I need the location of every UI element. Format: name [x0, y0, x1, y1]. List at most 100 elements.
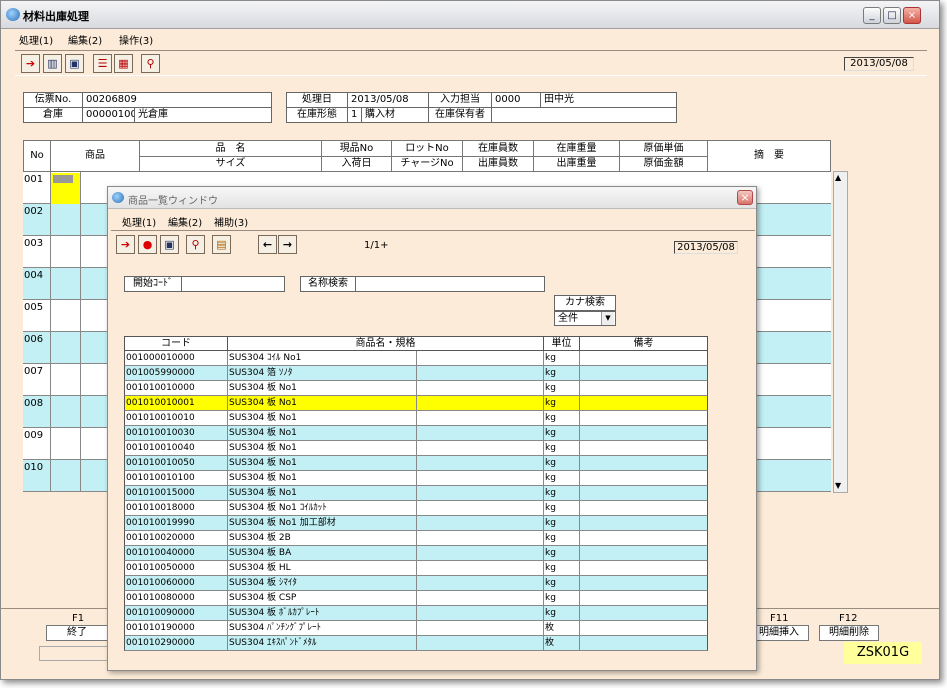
- window-title: 材料出庫処理: [23, 10, 89, 23]
- maximize-button[interactable]: □: [883, 7, 901, 24]
- grid-scrollbar[interactable]: [833, 171, 848, 493]
- item-name: SUS304 板 No1: [228, 441, 417, 455]
- list-col-unit: 単位: [543, 336, 580, 351]
- list-item[interactable]: 001010080000 SUS304 板 CSP kg: [124, 591, 708, 606]
- record-icon[interactable]: ●: [138, 235, 157, 254]
- list-item[interactable]: 001010015000 SUS304 板 No1 kg: [124, 486, 708, 501]
- input-person-code[interactable]: 0000: [491, 92, 541, 108]
- monitor-icon[interactable]: ▣: [65, 54, 84, 73]
- chevron-down-icon[interactable]: ▼: [601, 312, 614, 325]
- popup-close-button[interactable]: ×: [737, 190, 753, 205]
- item-name: SUS304 板 No1: [228, 471, 417, 485]
- main-window: 材料出庫処理 _ □ × 処理(1) 編集(2) 操作(3) ➔ ▥ ▣ ☰ ▦…: [0, 0, 940, 680]
- popup-search-icon[interactable]: ⚲: [186, 235, 205, 254]
- col-no: No: [23, 140, 51, 172]
- list-item[interactable]: 001010190000 SUS304 ﾊﾟﾝﾁﾝｸﾞﾌﾟﾚｰﾄ 枚: [124, 621, 708, 636]
- item-spec: [417, 411, 544, 425]
- search-icon[interactable]: ⚲: [141, 54, 160, 73]
- col-size: サイズ: [139, 156, 322, 172]
- book-icon[interactable]: ▥: [43, 54, 62, 73]
- system-date: 2013/05/08: [844, 57, 914, 71]
- col-zaiko-wt: 在庫重量: [533, 140, 620, 157]
- item-name: SUS304 板 No1: [228, 381, 417, 395]
- start-code-input[interactable]: [181, 276, 285, 292]
- item-spec: [417, 351, 544, 365]
- list-item[interactable]: 001000010000 SUS304 ｺｲﾙ No1 kg: [124, 351, 708, 366]
- kana-search-select[interactable]: 全件 ▼: [554, 311, 616, 326]
- item-spec: [417, 636, 544, 650]
- item-code: 001005990000: [125, 366, 228, 380]
- scroll-up-icon[interactable]: ▲: [835, 173, 841, 182]
- list-item[interactable]: 001010010050 SUS304 板 No1 kg: [124, 456, 708, 471]
- item-name: SUS304 板 ｼﾏｲﾀ: [228, 576, 417, 590]
- close-button[interactable]: ×: [903, 7, 921, 24]
- prev-page-icon[interactable]: ←: [258, 235, 277, 254]
- popup-menu-edit[interactable]: 編集(2): [168, 214, 202, 229]
- exit-icon[interactable]: ➔: [21, 54, 40, 73]
- list-item[interactable]: 001010010100 SUS304 板 No1 kg: [124, 471, 708, 486]
- list-item[interactable]: 001010020000 SUS304 板 2B kg: [124, 531, 708, 546]
- item-name: SUS304 ｴｷｽﾊﾟﾝﾄﾞﾒﾀﾙ: [228, 636, 417, 650]
- list-item[interactable]: 001005990000 SUS304 箔 ｿﾉﾀ kg: [124, 366, 708, 381]
- item-unit: kg: [544, 441, 580, 455]
- popup-monitor-icon[interactable]: ▣: [160, 235, 179, 254]
- split-icon[interactable]: ▤: [212, 235, 231, 254]
- item-unit: kg: [544, 426, 580, 440]
- name-search-input[interactable]: [355, 276, 545, 292]
- popup-app-icon: [112, 192, 124, 203]
- list-item[interactable]: 001010019990 SUS304 板 No1 加工部材 kg: [124, 516, 708, 531]
- list-item[interactable]: 001010010030 SUS304 板 No1 kg: [124, 426, 708, 441]
- stock-holder-field[interactable]: [491, 107, 677, 123]
- list-item[interactable]: 001010040000 SUS304 板 BA kg: [124, 546, 708, 561]
- scroll-down-icon[interactable]: ▼: [835, 481, 841, 490]
- list-item[interactable]: 001010290000 SUS304 ｴｷｽﾊﾟﾝﾄﾞﾒﾀﾙ 枚: [124, 636, 708, 651]
- list-item[interactable]: 001010010040 SUS304 板 No1 kg: [124, 441, 708, 456]
- row-no: 006: [24, 334, 44, 345]
- grid-divider: [50, 172, 51, 492]
- item-code: 001010060000: [125, 576, 228, 590]
- list-item[interactable]: 001010090000 SUS304 板 ﾎﾞﾙｶﾌﾟﾚｰﾄ kg: [124, 606, 708, 621]
- list-item[interactable]: 001010010010 SUS304 板 No1 kg: [124, 411, 708, 426]
- insert-row-button[interactable]: 明細挿入: [749, 625, 809, 641]
- list-item[interactable]: 001010018000 SUS304 板 No1 ｺｲﾙｶｯﾄ kg: [124, 501, 708, 516]
- col-product: 商品: [50, 140, 140, 172]
- item-code: 001010290000: [125, 636, 228, 650]
- menu-operation[interactable]: 操作(3): [119, 32, 153, 47]
- list-item[interactable]: 001010050000 SUS304 板 HL kg: [124, 561, 708, 576]
- delete-row-button[interactable]: 明細削除: [819, 625, 879, 641]
- row-no: 004: [24, 270, 44, 281]
- item-name: SUS304 板 HL: [228, 561, 417, 575]
- popup-exit-icon[interactable]: ➔: [116, 235, 135, 254]
- f1-key-label: F1: [72, 613, 85, 624]
- item-code: 001010010030: [125, 426, 228, 440]
- page-indicator: 1/1+: [364, 240, 389, 251]
- item-spec: [417, 621, 544, 635]
- stock-form-name: 購入材: [361, 107, 429, 123]
- stock-holder-label: 在庫保有者: [428, 107, 492, 123]
- popup-menu-help[interactable]: 補助(3): [214, 214, 248, 229]
- popup-menu-process[interactable]: 処理(1): [122, 214, 156, 229]
- list-item-selected[interactable]: 001010010001 SUS304 板 No1 kg: [124, 396, 708, 411]
- grid-divider: [80, 172, 81, 492]
- item-spec: [417, 426, 544, 440]
- proc-date-field[interactable]: 2013/05/08: [347, 92, 429, 108]
- minimize-button[interactable]: _: [863, 7, 881, 24]
- register-icon[interactable]: ☰: [93, 54, 112, 73]
- item-unit: kg: [544, 486, 580, 500]
- menu-edit[interactable]: 編集(2): [68, 32, 102, 47]
- exit-button[interactable]: 終了: [46, 625, 108, 641]
- item-unit: kg: [544, 546, 580, 560]
- item-unit: kg: [544, 576, 580, 590]
- slip-no-field[interactable]: 00206809: [82, 92, 272, 108]
- item-unit: kg: [544, 561, 580, 575]
- menu-process[interactable]: 処理(1): [19, 32, 53, 47]
- input-person-name: 田中光: [540, 92, 677, 108]
- col-genpin: 現品No: [321, 140, 392, 157]
- list-item[interactable]: 001010060000 SUS304 板 ｼﾏｲﾀ kg: [124, 576, 708, 591]
- warehouse-code-field[interactable]: 00000100: [82, 107, 135, 123]
- list-item[interactable]: 001010010000 SUS304 板 No1 kg: [124, 381, 708, 396]
- item-code: 001010010001: [125, 396, 228, 410]
- stock-form-code[interactable]: 1: [347, 107, 362, 123]
- grid-icon[interactable]: ▦: [114, 54, 133, 73]
- next-page-icon[interactable]: →: [278, 235, 297, 254]
